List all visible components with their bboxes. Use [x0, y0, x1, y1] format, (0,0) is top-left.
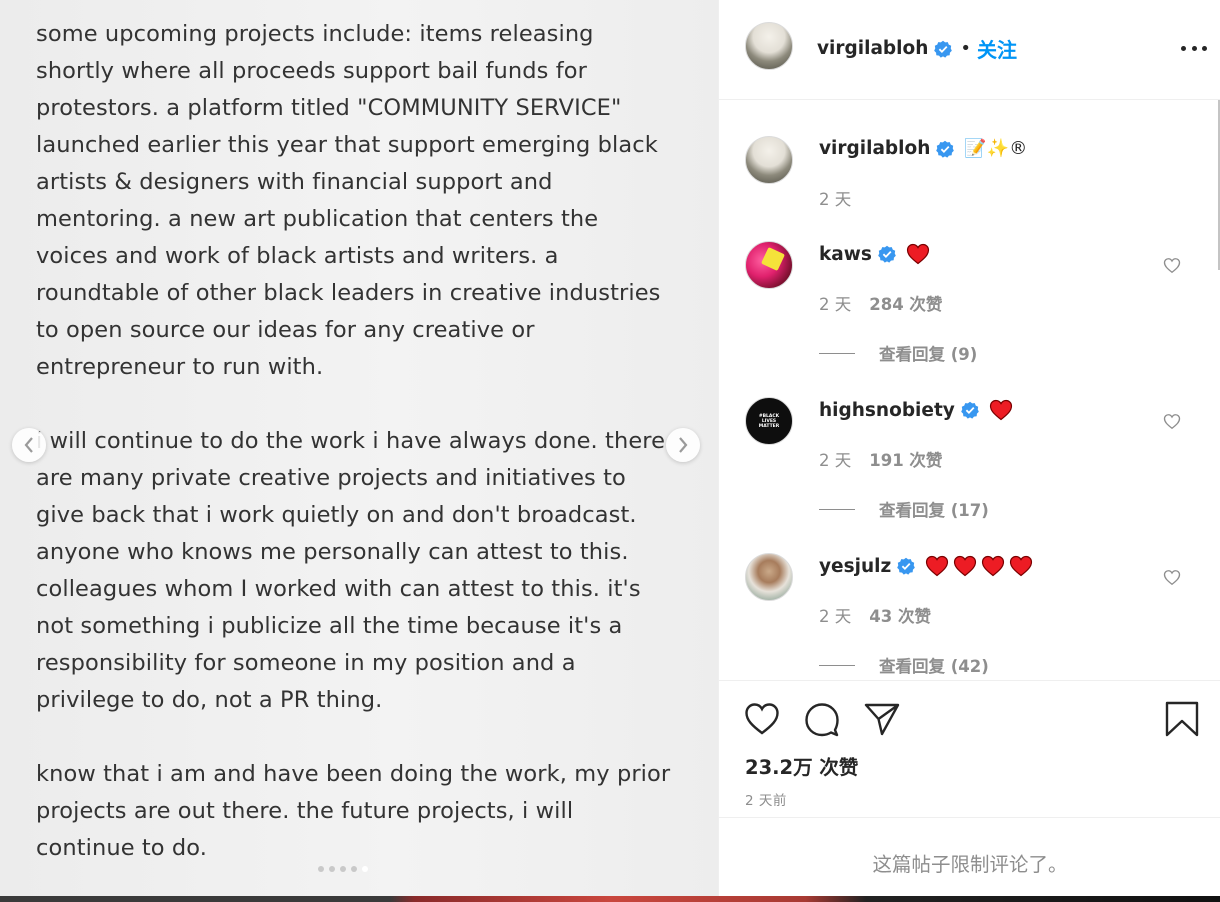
comment-likes[interactable]: 284 次赞 — [869, 291, 942, 315]
replies-divider — [819, 664, 855, 666]
caption-username[interactable]: virgilabloh — [819, 138, 930, 159]
view-replies-label: 查看回复 (42) — [879, 657, 989, 676]
comment-time[interactable]: 2 天 — [819, 447, 851, 471]
like-comment-heart-icon[interactable] — [1163, 413, 1181, 430]
comment-time[interactable]: 2 天 — [819, 603, 851, 627]
chevron-right-icon — [679, 437, 688, 453]
carousel-dots — [318, 866, 368, 872]
red-heart-emoji-icon — [982, 555, 1005, 577]
comment-time[interactable]: 2 天 — [819, 291, 851, 315]
comment-username[interactable]: highsnobiety — [819, 400, 955, 421]
view-replies-button[interactable]: 查看回复 (42) — [819, 653, 989, 677]
red-heart-emoji-icon — [926, 555, 949, 577]
carousel-dot — [340, 866, 346, 872]
like-comment-heart-icon[interactable] — [1163, 569, 1181, 586]
like-heart-icon[interactable] — [743, 701, 781, 737]
replies-divider — [819, 508, 855, 510]
post-image-text: some upcoming projects include: items re… — [36, 16, 706, 896]
verified-badge-icon — [897, 557, 916, 575]
comment-text — [989, 399, 1013, 421]
paragraph-2: i will continue to do the work i have al… — [36, 428, 666, 713]
verified-badge-icon — [936, 140, 955, 158]
comment-bubble-icon[interactable] — [803, 701, 841, 737]
view-replies-button[interactable]: 查看回复 (17) — [819, 497, 989, 521]
post-sidebar: virgilabloh • 关注 virgilabloh 📝✨® 2 天 kaw… — [718, 0, 1220, 896]
carousel-dot — [318, 866, 324, 872]
red-heart-emoji-icon — [954, 555, 977, 577]
carousel-dot — [329, 866, 335, 872]
chevron-left-icon — [24, 437, 33, 453]
post-media: some upcoming projects include: items re… — [0, 0, 718, 896]
comment-text — [925, 555, 1033, 577]
avatar[interactable] — [745, 553, 793, 601]
view-replies-button[interactable]: 查看回复 (9) — [819, 341, 977, 365]
view-replies-label: 查看回复 (9) — [879, 345, 978, 364]
paragraph-1: some upcoming projects include: items re… — [36, 21, 661, 380]
post-author-username[interactable]: virgilabloh — [817, 38, 928, 59]
avatar[interactable]: #BLACK LIVES MATTER — [745, 397, 793, 445]
caption-time[interactable]: 2 天 — [819, 186, 851, 210]
comment-likes[interactable]: 43 次赞 — [869, 603, 931, 627]
save-bookmark-icon[interactable] — [1163, 701, 1201, 737]
avatar[interactable] — [745, 22, 793, 70]
paragraph-3: know that i am and have been doing the w… — [36, 761, 671, 861]
verified-badge-icon — [934, 40, 953, 58]
comments-disabled-notice: 这篇帖子限制评论了。 — [872, 853, 1068, 876]
caption-text: 📝✨® — [964, 138, 1028, 159]
carousel-dot — [351, 866, 357, 872]
post-actions: 23.2万 次赞 2 天前 — [719, 680, 1220, 818]
red-heart-emoji-icon — [1010, 555, 1033, 577]
verified-badge-icon — [878, 245, 896, 263]
background-strip — [0, 896, 1220, 902]
red-heart-emoji-icon — [906, 243, 929, 265]
post-header: virgilabloh • 关注 — [719, 0, 1220, 100]
verified-badge-icon — [961, 401, 979, 419]
avatar[interactable] — [745, 136, 793, 184]
replies-divider — [819, 352, 855, 354]
post-likes-count[interactable]: 23.2万 次赞 — [745, 751, 858, 780]
comment-likes[interactable]: 191 次赞 — [869, 447, 942, 471]
view-replies-label: 查看回复 (17) — [879, 501, 989, 520]
avatar[interactable] — [745, 241, 793, 289]
previous-slide-button[interactable] — [12, 428, 46, 462]
comment-username[interactable]: yesjulz — [819, 556, 891, 577]
carousel-dot — [362, 866, 368, 872]
comment-text — [906, 243, 930, 265]
more-options-icon[interactable] — [1181, 38, 1207, 58]
red-heart-emoji-icon — [989, 399, 1012, 421]
share-paper-plane-icon[interactable] — [863, 701, 901, 737]
next-slide-button[interactable] — [666, 428, 700, 462]
post-time-ago[interactable]: 2 天前 — [745, 789, 787, 809]
comment-username[interactable]: kaws — [819, 244, 872, 265]
follow-button[interactable]: 关注 — [977, 34, 1017, 63]
separator-dot: • — [960, 38, 972, 59]
like-comment-heart-icon[interactable] — [1163, 257, 1181, 274]
comments-list: virgilabloh 📝✨® 2 天 kaws 2 天 284 次赞 查看回复… — [719, 100, 1220, 680]
